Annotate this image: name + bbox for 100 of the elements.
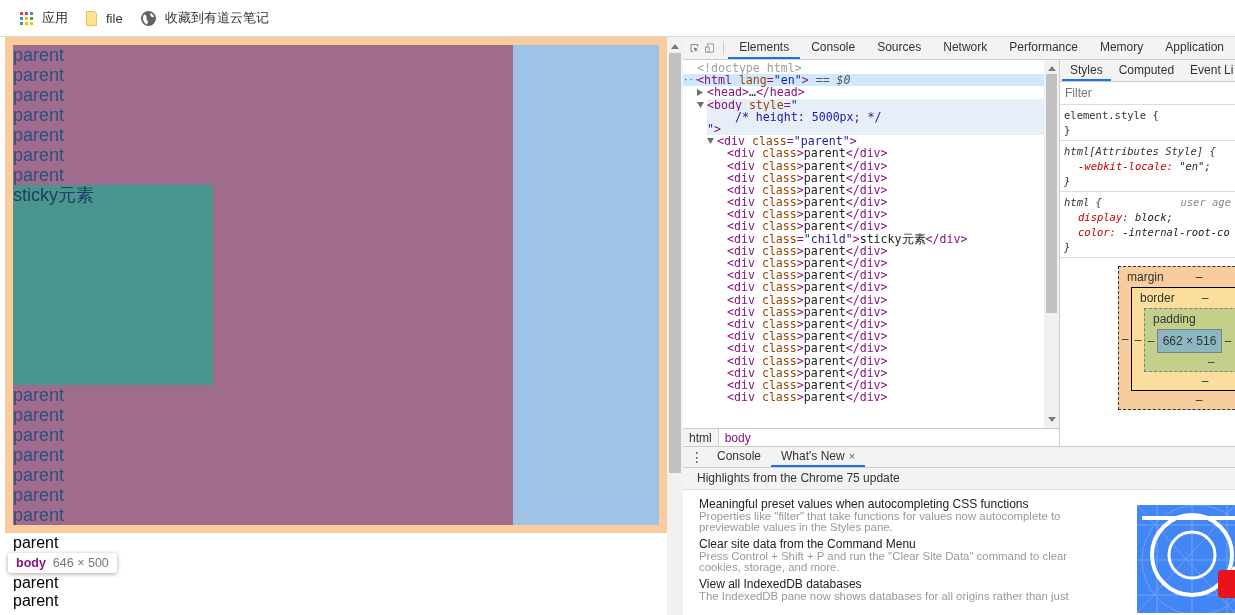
code-line[interactable]: <div class>parent</div> [727, 281, 1044, 294]
panel-tab[interactable]: Sources [866, 37, 933, 59]
scroll-up-button[interactable] [1047, 65, 1056, 71]
box-model-value: – [1200, 373, 1210, 390]
text-line: parent [13, 405, 66, 425]
feature-description: The IndexedDB pane now shows databases for all origins rather than just [699, 591, 1070, 602]
code-line[interactable]: <div class>parent</div> [727, 366, 1044, 379]
text-line: parent [13, 465, 66, 485]
code-line[interactable]: <head>…</head> [707, 86, 1044, 99]
closing-brace: } [1064, 174, 1072, 189]
code-line[interactable]: <div class="child">sticky元素</div> [727, 232, 1044, 245]
text-line: parent [13, 534, 60, 552]
box-model-value: – [1146, 334, 1156, 348]
ellipsis-button[interactable]: ··· [683, 74, 697, 87]
box-model-label: border [1139, 291, 1176, 305]
grid-icon [20, 11, 33, 25]
code-line[interactable]: <div class>parent</div> [727, 391, 1044, 404]
scrollbar-thumb[interactable] [669, 53, 681, 473]
text-line: parent [13, 485, 66, 505]
document-icon [86, 10, 97, 26]
panel-heading: Highlights from the Chrome 75 update [683, 468, 1235, 490]
drawer-tab[interactable]: Console [707, 447, 772, 467]
box-model-value: – [1195, 270, 1203, 284]
bookmark-item[interactable]: file [86, 10, 123, 26]
breadcrumb[interactable]: html [683, 429, 719, 446]
text-line: parent [13, 445, 66, 465]
code-line[interactable]: <div class="parent"> [717, 135, 1044, 148]
code-line[interactable]: <div class>parent</div> [727, 208, 1044, 221]
feature-description: Press Control + Shift + P and run the "Clear Site Data" command to clear cookies, storage, and more. [699, 551, 1069, 572]
feature-title[interactable]: View all IndexedDB databases [699, 578, 1119, 591]
text-line: parent [13, 592, 60, 610]
panel-tab[interactable]: Styles [1062, 60, 1111, 81]
text-line: parent [13, 425, 66, 445]
panel-tab[interactable]: Event Li [1182, 60, 1235, 81]
panel-tab[interactable]: Network [932, 37, 999, 59]
tooltip-tag: body [16, 556, 46, 570]
triangle-icon[interactable] [707, 138, 714, 145]
scroll-up-button[interactable] [671, 43, 679, 49]
css-declaration: -webkit-locale: "en"; [1077, 159, 1212, 174]
code-line[interactable]: <div class>parent</div> [727, 354, 1044, 367]
code-line[interactable]: <div class>parent</div> [727, 378, 1044, 392]
text-line: parent [13, 165, 66, 185]
panel-tab[interactable]: Performance [998, 37, 1089, 59]
feature-description: Properties like "filter" that take functions for values now autocomplete to previewable values in the Styles pane. [699, 511, 1062, 532]
bookmark-item[interactable]: 收藏到有道云笔记 [140, 9, 269, 27]
text-line: parent [13, 505, 66, 525]
scroll-down-button[interactable] [1047, 417, 1056, 423]
code-line[interactable]: <div class>parent</div> [727, 183, 1044, 197]
code-line[interactable]: <div class>parent</div> [727, 330, 1044, 343]
code-line[interactable]: <div class>parent</div> [727, 317, 1044, 331]
panel-tab[interactable]: Console [800, 37, 867, 59]
content-size: 662 × 516 [1157, 329, 1222, 353]
closing-brace: } [1064, 240, 1072, 255]
box-model-label: margin [1126, 270, 1165, 284]
css-declaration: color: -internal-root-co [1077, 225, 1231, 240]
code-line[interactable]: <div class>parent</div> [727, 220, 1044, 233]
box-model-value: – [1120, 332, 1130, 346]
box-model-value: – [1194, 392, 1204, 409]
box-model-value: – [1206, 354, 1216, 371]
code-line[interactable]: <div class>parent</div> [727, 293, 1044, 306]
panel-tab[interactable]: Computed [1110, 60, 1183, 81]
code-line[interactable]: <div class>parent</div> [727, 159, 1044, 172]
menu-button[interactable]: ⋮ [687, 449, 707, 465]
code-line[interactable]: <div class>parent</div> [727, 269, 1044, 282]
globe-icon [140, 10, 156, 26]
text-line: parent [13, 385, 66, 405]
feature-title[interactable]: Meaningful preset values when autocompleting CSS functions [699, 498, 1119, 511]
css-declaration: display: block; [1077, 210, 1174, 225]
code-line[interactable]: <div class>parent</div> [727, 196, 1044, 209]
panel-tab[interactable]: Memory [1088, 37, 1155, 59]
text-line: parent [13, 574, 60, 592]
text-line: parent [13, 145, 66, 165]
sticky-element: sticky元素 [13, 185, 213, 385]
css-selector: html[Attributes Style] { [1064, 144, 1216, 159]
box-model-label: padding [1152, 312, 1197, 326]
closing-brace: } [1064, 123, 1072, 138]
code-line[interactable]: <div class>parent</div> [727, 342, 1044, 355]
code-line[interactable]: <div class>parent</div> [727, 171, 1044, 184]
box-model-value: – [1201, 291, 1209, 305]
rule-origin: user age [1180, 195, 1231, 210]
triangle-icon[interactable] [697, 88, 703, 96]
code-line[interactable]: <div class>parent</div> [727, 257, 1044, 270]
bookmark-item[interactable]: 应用 [20, 9, 68, 27]
feature-title[interactable]: Clear site data from the Command Menu [699, 538, 1119, 551]
css-selector: html { [1064, 195, 1102, 210]
scrollbar-thumb[interactable] [1046, 74, 1057, 313]
triangle-icon[interactable] [697, 101, 704, 108]
code-line[interactable]: <div class>parent</div> [727, 305, 1044, 318]
text-line: parent [13, 85, 66, 105]
text-line: parent [13, 105, 66, 125]
panel-tab[interactable]: Application [1154, 37, 1235, 59]
text-line: parent [13, 65, 66, 85]
text-line: parent [13, 45, 66, 65]
box-model-value: – [1223, 334, 1233, 348]
code-line[interactable]: <div class>parent</div> [727, 147, 1044, 160]
inspect-icon[interactable] [690, 41, 699, 55]
device-icon[interactable] [704, 41, 714, 55]
panel-tab[interactable]: Elements [728, 37, 801, 59]
box-model-value: – [1133, 333, 1143, 347]
close-button[interactable]: × [848, 450, 856, 462]
